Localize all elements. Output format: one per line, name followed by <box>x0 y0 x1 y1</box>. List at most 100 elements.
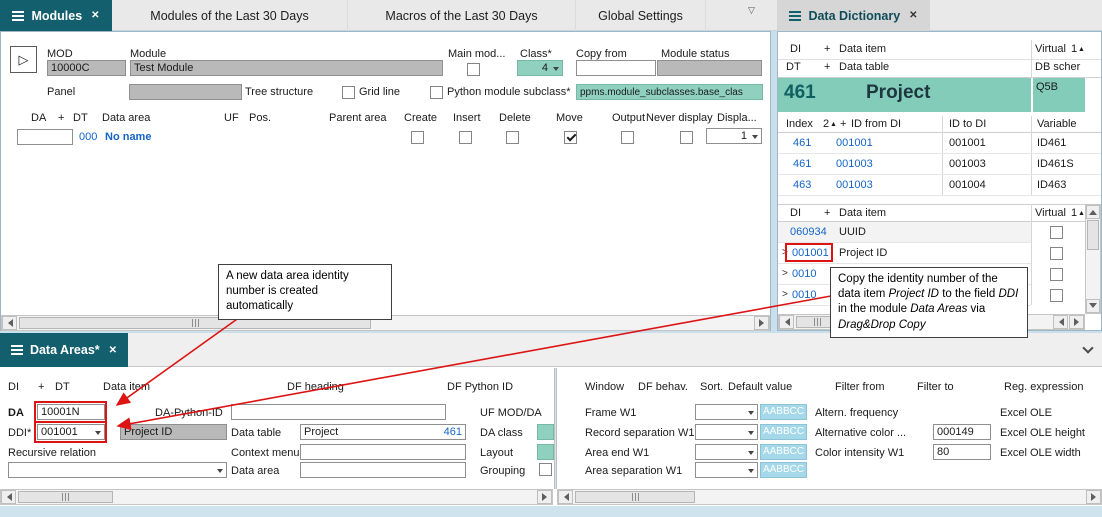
color-intensity-field[interactable]: 80 <box>933 444 991 460</box>
virtual-checkbox[interactable] <box>1050 226 1063 239</box>
menu-icon[interactable] <box>12 11 24 21</box>
ddi-item-name-field[interactable]: Project ID <box>120 424 227 440</box>
scroll-left-button[interactable] <box>1053 315 1068 329</box>
grid-line-checkbox[interactable] <box>342 86 355 99</box>
ddi-dropdown[interactable]: 001001 <box>37 424 105 440</box>
expand-icon[interactable]: > <box>782 247 788 258</box>
tab-overflow-icon[interactable]: ▽ <box>748 5 755 16</box>
scrollbar-grip[interactable] <box>192 319 199 327</box>
scroll-left-button[interactable] <box>2 316 17 330</box>
frame-w1-dropdown[interactable] <box>695 404 758 420</box>
scroll-right-button[interactable] <box>537 490 552 504</box>
output-checkbox[interactable] <box>621 131 634 144</box>
grouping-checkbox[interactable] <box>539 463 552 476</box>
vertical-scrollbar[interactable] <box>1085 204 1101 314</box>
area-end-color-swatch[interactable]: AABBCC <box>760 444 807 460</box>
link-row[interactable]: 461 001001 001001 ID461 <box>778 133 1101 154</box>
scrollbar-grip[interactable] <box>814 318 821 326</box>
recursive-relation-dropdown[interactable] <box>8 462 227 478</box>
displa-dropdown[interactable]: 1 <box>706 128 762 144</box>
module-name-field[interactable]: Test Module <box>130 60 443 76</box>
da-id-field[interactable] <box>17 129 73 145</box>
move-checkbox[interactable] <box>564 131 577 144</box>
scroll-left-button[interactable] <box>779 315 794 329</box>
menu-icon[interactable] <box>789 11 801 21</box>
plus-icon[interactable]: + <box>824 207 830 219</box>
tab-modules-last-30-days[interactable]: Modules of the Last 30 Days <box>112 0 348 31</box>
python-subclass-field[interactable]: ppms.module_subclasses.base_clas <box>576 84 763 100</box>
scroll-left-button[interactable] <box>558 490 573 504</box>
sort-asc-icon: ▲ <box>830 121 837 128</box>
menu-icon[interactable] <box>11 345 23 355</box>
plus-icon[interactable]: + <box>38 381 44 393</box>
area-separation-color-swatch[interactable]: AABBCC <box>760 462 807 478</box>
data-item-row[interactable]: 060934 UUID <box>778 222 1031 243</box>
tab-data-dictionary[interactable]: Data Dictionary ✕ <box>777 0 930 31</box>
horizontal-scrollbar[interactable] <box>0 489 553 505</box>
close-icon[interactable]: ✕ <box>109 345 117 356</box>
scrollbar-thumb[interactable] <box>1087 220 1099 250</box>
expand-icon[interactable]: > <box>782 289 788 300</box>
scrollbar-grip[interactable] <box>632 493 639 501</box>
plus-icon[interactable]: + <box>840 118 846 130</box>
link-row[interactable]: 463 001003 001004 ID463 <box>778 175 1101 196</box>
scroll-up-button[interactable] <box>1086 205 1100 219</box>
close-icon[interactable]: ✕ <box>909 10 917 21</box>
create-checkbox[interactable] <box>411 131 424 144</box>
record-separation-w1-dropdown[interactable] <box>695 424 758 440</box>
layout-field[interactable] <box>537 444 554 460</box>
data-area-field[interactable] <box>300 462 466 478</box>
virtual-checkbox[interactable] <box>1050 289 1063 302</box>
tab-macros-last-30-days[interactable]: Macros of the Last 30 Days <box>348 0 576 31</box>
context-menu-field[interactable] <box>300 444 466 460</box>
scroll-right-button[interactable] <box>1069 315 1084 329</box>
copy-from-field[interactable] <box>576 60 656 76</box>
collapse-chevron-icon[interactable] <box>1082 342 1093 353</box>
db-schema-value[interactable]: Q5B <box>1033 78 1085 112</box>
da-id-field[interactable]: 10001N <box>37 404 105 420</box>
expand-icon[interactable]: > <box>782 268 788 279</box>
dt-value[interactable]: 000 <box>79 131 97 143</box>
data-item-row[interactable]: > 001001 Project ID <box>778 243 1031 264</box>
da-python-id-field[interactable] <box>231 404 446 420</box>
tab-modules[interactable]: Modules ✕ <box>0 0 112 31</box>
module-status-field[interactable] <box>657 60 762 76</box>
data-table-field[interactable]: Project 461 <box>300 424 466 440</box>
scroll-right-button[interactable] <box>1086 490 1101 504</box>
close-icon[interactable]: ✕ <box>91 10 99 21</box>
scrollbar-thumb[interactable] <box>18 491 113 503</box>
record-separation-color-swatch[interactable]: AABBCC <box>760 424 807 440</box>
scrollbar-grip[interactable] <box>62 493 69 501</box>
main-mod-checkbox[interactable] <box>467 63 480 76</box>
class-dropdown[interactable]: 4 <box>517 60 563 76</box>
link-row[interactable]: 461 001003 001003 ID461S <box>778 154 1101 175</box>
run-button[interactable]: ▷ <box>10 46 37 73</box>
python-subclass-checkbox[interactable] <box>430 86 443 99</box>
virtual-checkbox[interactable] <box>1050 247 1063 260</box>
selected-table-id[interactable]: 461 <box>784 82 816 104</box>
virtual-checkbox[interactable] <box>1050 268 1063 281</box>
plus-icon[interactable]: + <box>824 43 830 55</box>
tab-data-areas[interactable]: Data Areas* ✕ <box>0 333 128 367</box>
delete-checkbox[interactable] <box>506 131 519 144</box>
scroll-down-button[interactable] <box>1086 299 1100 313</box>
horizontal-scrollbar[interactable] <box>557 489 1102 505</box>
scroll-left-button[interactable] <box>1 490 16 504</box>
scroll-right-button[interactable] <box>754 316 769 330</box>
frame-w1-color-swatch[interactable]: AABBCC <box>760 404 807 420</box>
da-class-field[interactable] <box>537 424 554 440</box>
tab-global-settings[interactable]: Global Settings <box>576 0 706 31</box>
scrollbar-thumb[interactable] <box>575 491 695 503</box>
plus-icon[interactable]: + <box>824 61 830 73</box>
panel-field[interactable] <box>129 84 242 100</box>
selected-table-name[interactable]: Project <box>866 82 930 104</box>
mod-field[interactable]: 10000C <box>47 60 126 76</box>
area-end-w1-dropdown[interactable] <box>695 444 758 460</box>
sort-plus-icon[interactable]: + <box>58 112 64 124</box>
alternative-color-field[interactable]: 000149 <box>933 424 991 440</box>
never-display-checkbox[interactable] <box>680 131 693 144</box>
area-separation-w1-dropdown[interactable] <box>695 462 758 478</box>
data-area-name[interactable]: No name <box>105 131 151 143</box>
pane-splitter[interactable] <box>554 368 557 489</box>
insert-checkbox[interactable] <box>459 131 472 144</box>
